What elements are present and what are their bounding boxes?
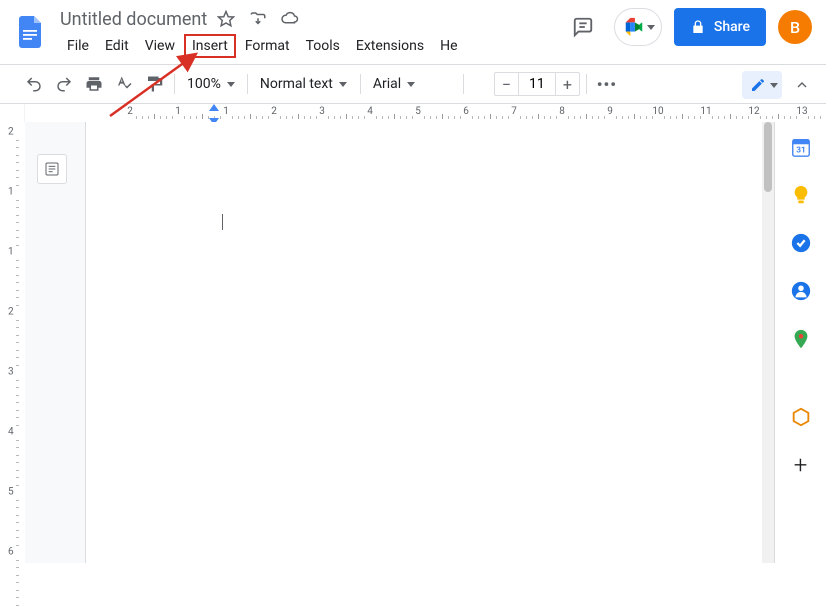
calendar-icon[interactable]: 31 [790, 136, 812, 158]
header-right: Share B [564, 8, 812, 46]
avatar[interactable]: B [778, 10, 812, 44]
ruler-label: 12 [748, 106, 759, 117]
ruler-label: 3 [8, 367, 14, 378]
editing-mode-button[interactable] [742, 71, 782, 99]
ruler-label: 2 [271, 106, 277, 117]
menu-file[interactable]: File [60, 34, 96, 58]
share-button[interactable]: Share [674, 8, 766, 46]
horizontal-ruler[interactable]: 2112345678910111213 [0, 104, 826, 122]
main-area: 2 1 1 2 3 4 5 6 31 + [0, 122, 826, 563]
chevron-down-icon [407, 82, 415, 87]
ruler-label: 7 [511, 106, 517, 117]
ruler-label: 5 [415, 106, 421, 117]
logo-wrap [0, 8, 60, 50]
ruler-label: 2 [127, 106, 133, 117]
chevron-down-icon [339, 82, 347, 87]
scroll-thumb[interactable] [764, 122, 772, 192]
app-header: Untitled document File Edit View Insert … [0, 0, 826, 64]
doc-title[interactable]: Untitled document [60, 9, 207, 30]
page[interactable] [85, 122, 762, 563]
contacts-icon[interactable] [790, 280, 812, 302]
decrease-font-button[interactable]: − [495, 73, 519, 95]
add-addon-button[interactable]: + [790, 454, 812, 476]
addon-icon[interactable] [790, 406, 812, 428]
maps-icon[interactable] [790, 328, 812, 350]
font-size-value[interactable]: 11 [519, 76, 555, 92]
ruler-label: 5 [8, 487, 14, 498]
ruler-label: 3 [319, 106, 325, 117]
meet-button[interactable] [614, 8, 662, 46]
scrollbar[interactable] [762, 122, 774, 563]
ruler-label: 2 [8, 307, 14, 318]
ruler-label: 11 [700, 106, 711, 117]
move-icon[interactable] [249, 10, 267, 28]
ruler-label: 13 [796, 106, 807, 117]
ruler-label: 1 [8, 187, 14, 198]
font-dropdown[interactable]: Arial [367, 70, 457, 98]
docs-logo-icon[interactable] [12, 14, 48, 50]
menu-help[interactable]: He [433, 34, 464, 58]
chevron-down-icon [227, 82, 235, 87]
first-line-indent-icon[interactable] [209, 104, 219, 111]
menu-tools[interactable]: Tools [299, 34, 347, 58]
meet-icon [623, 16, 645, 38]
font-size-stepper[interactable]: − 11 + [494, 72, 580, 96]
ruler-label: 2 [8, 127, 14, 138]
lock-icon [690, 19, 706, 35]
ruler-label: 1 [223, 106, 229, 117]
ruler-label: 6 [8, 547, 14, 558]
document-area [25, 122, 762, 563]
side-panel: 31 + [774, 122, 826, 563]
chevron-down-icon [647, 25, 655, 30]
vertical-ruler[interactable]: 2 1 1 2 3 4 5 6 [0, 122, 25, 563]
tasks-icon[interactable] [790, 232, 812, 254]
menu-insert[interactable]: Insert [184, 34, 236, 58]
menu-edit[interactable]: Edit [98, 34, 136, 58]
keep-icon[interactable] [790, 184, 812, 206]
spellcheck-icon[interactable] [110, 70, 138, 98]
comments-icon[interactable] [564, 8, 602, 46]
redo-icon[interactable] [50, 70, 78, 98]
text-cursor [222, 214, 223, 230]
increase-font-button[interactable]: + [555, 73, 579, 95]
ruler-label: 1 [8, 247, 14, 258]
chevron-down-icon [770, 83, 778, 88]
collapse-icon[interactable] [788, 71, 816, 99]
ruler-label: 1 [175, 106, 181, 117]
pencil-icon [750, 77, 766, 93]
ruler-label: 8 [559, 106, 565, 117]
ruler-label: 4 [8, 427, 14, 438]
outline-button[interactable] [37, 154, 67, 184]
cloud-status-icon[interactable] [281, 10, 299, 28]
zoom-dropdown[interactable]: 100% [181, 70, 241, 98]
menu-extensions[interactable]: Extensions [349, 34, 431, 58]
style-dropdown[interactable]: Normal text [254, 70, 354, 98]
print-icon[interactable] [80, 70, 108, 98]
star-icon[interactable] [217, 10, 235, 28]
menu-format[interactable]: Format [238, 34, 297, 58]
ruler-label: 10 [652, 106, 663, 117]
share-label: Share [714, 19, 750, 35]
ruler-label: 6 [463, 106, 469, 117]
paint-format-icon[interactable] [140, 70, 168, 98]
undo-icon[interactable] [20, 70, 48, 98]
more-icon[interactable]: ••• [593, 70, 621, 98]
toolbar: 100% Normal text Arial − 11 + ••• [0, 64, 826, 104]
svg-text:31: 31 [796, 146, 805, 156]
menu-view[interactable]: View [138, 34, 182, 58]
ruler-label: 9 [607, 106, 613, 117]
ruler-label: 4 [367, 106, 373, 117]
